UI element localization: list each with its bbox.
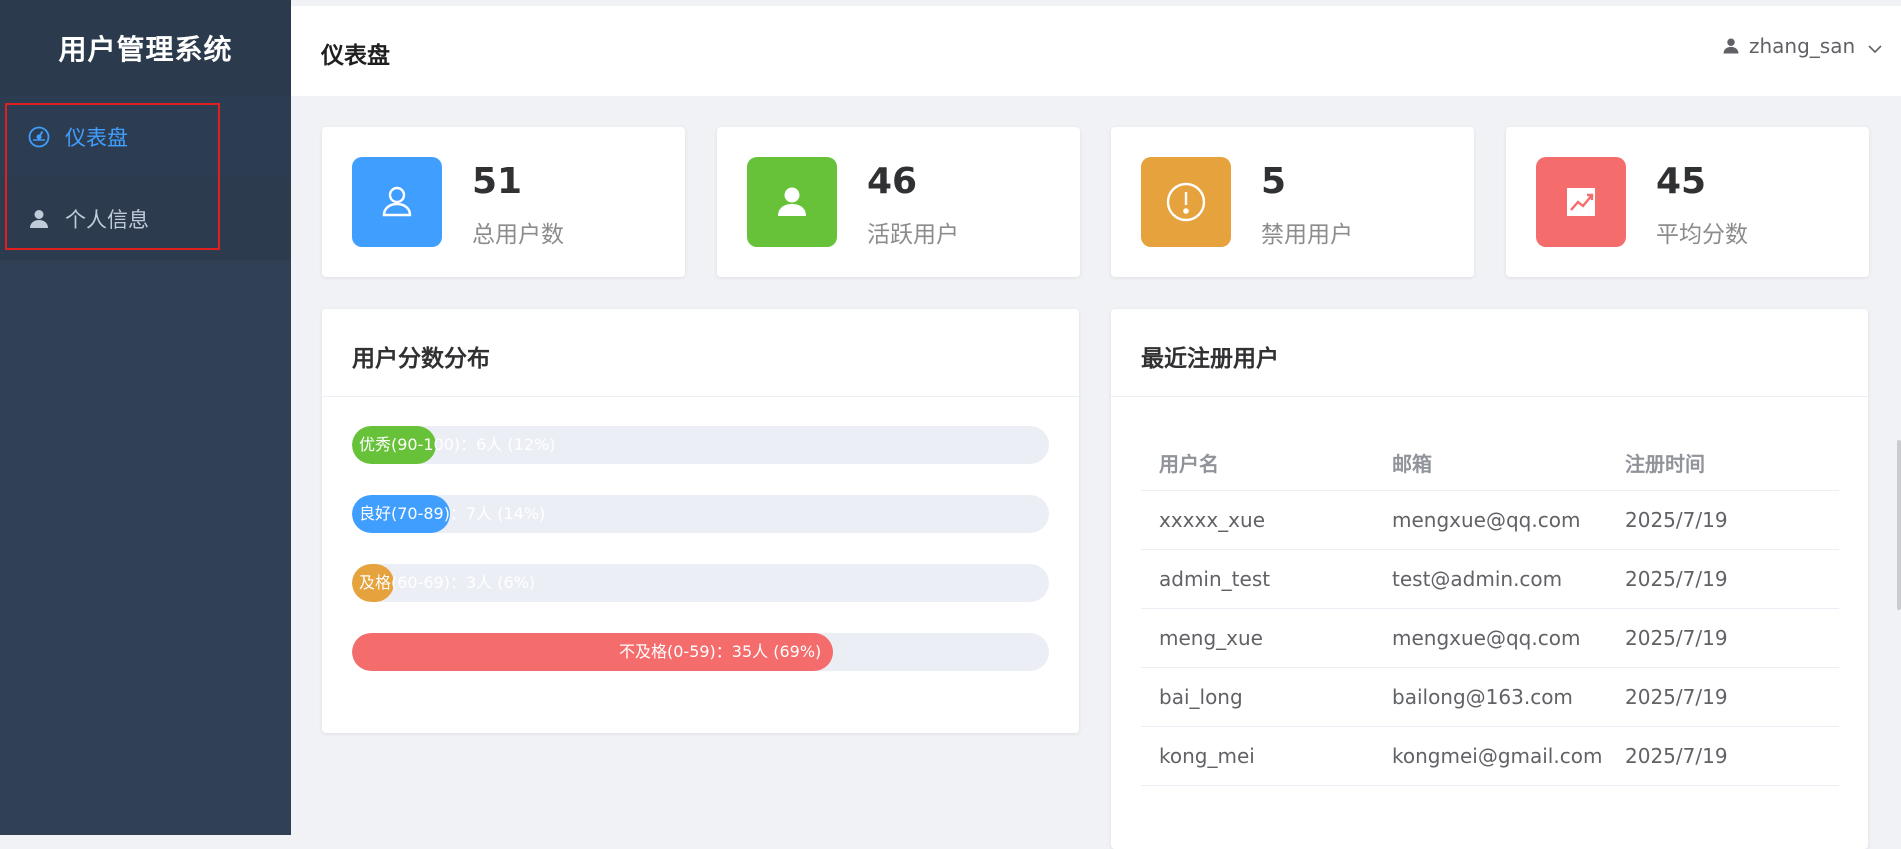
cell-username: meng_xue: [1141, 608, 1374, 668]
stat-icon-box: [1536, 157, 1626, 247]
divider: [1111, 396, 1868, 397]
column-header-registered: 注册时间: [1607, 434, 1839, 491]
score-distribution-panel: 用户分数分布 优秀(90-100)：6人 (12%) 良好(70-89)：7人 …: [322, 309, 1079, 733]
cell-date: 2025/7/19: [1607, 608, 1839, 668]
stat-card-active-users: 46 活跃用户: [717, 127, 1080, 277]
divider: [322, 396, 1079, 397]
bar-label: 良好(70-89)：7人 (14%): [359, 504, 546, 523]
progress-bar-good: 良好(70-89)：7人 (14%): [352, 495, 1049, 533]
sidebar-item-profile[interactable]: 个人信息: [0, 178, 291, 260]
header: 仪表盘 zhang_san: [291, 6, 1901, 96]
chevron-down-icon: [1867, 38, 1883, 54]
username: zhang_san: [1749, 34, 1856, 58]
table-row[interactable]: admin_test test@admin.com 2025/7/19: [1141, 549, 1839, 609]
stat-label: 总用户数: [472, 222, 564, 248]
trend-chart-icon: [1567, 188, 1595, 216]
cell-date: 2025/7/19: [1607, 667, 1839, 727]
progress-bar-pass: 及格(60-69)：3人 (6%): [352, 564, 1049, 602]
app-title: 用户管理系统: [0, 0, 291, 96]
sidebar-menu: 仪表盘 个人信息: [0, 96, 291, 260]
sidebar: 用户管理系统 仪表盘 个人信息: [0, 0, 291, 835]
stat-card-avg-score: 45 平均分数: [1506, 127, 1869, 277]
user-icon: [27, 207, 51, 231]
warning-icon: [1166, 182, 1206, 222]
sidebar-item-dashboard[interactable]: 仪表盘: [0, 96, 291, 178]
cell-email: mengxue@qq.com: [1374, 608, 1607, 668]
table-header-row: 用户名 邮箱 注册时间: [1141, 434, 1839, 491]
bar-label: 及格(60-69)：3人 (6%): [359, 573, 536, 592]
user-dropdown[interactable]: zhang_san: [1721, 34, 1883, 58]
progress-bar-excellent: 优秀(90-100)：6人 (12%): [352, 426, 1049, 464]
cell-date: 2025/7/19: [1607, 549, 1839, 609]
recent-users-panel: 最近注册用户 用户名 邮箱 注册时间 xxxxx_xue mengxue@qq.…: [1111, 309, 1868, 849]
stat-icon-box: [352, 157, 442, 247]
cell-username: bai_long: [1141, 667, 1374, 727]
table-row[interactable]: meng_xue mengxue@qq.com 2025/7/19: [1141, 608, 1839, 668]
progress-bar-fail: 不及格(0-59)：35人 (69%): [352, 633, 1049, 671]
sidebar-item-label: 仪表盘: [65, 126, 128, 150]
table-row[interactable]: kong_mei kongmei@gmail.com 2025/7/19: [1141, 726, 1839, 786]
cell-email: test@admin.com: [1374, 549, 1607, 609]
page-scrollbar[interactable]: [1897, 440, 1901, 610]
recent-users-table: 用户名 邮箱 注册时间 xxxxx_xue mengxue@qq.com 202…: [1141, 434, 1839, 786]
column-header-email: 邮箱: [1374, 434, 1607, 491]
stat-card-total-users: 51 总用户数: [322, 127, 685, 277]
cell-username: admin_test: [1141, 549, 1374, 609]
user-filled-icon: [778, 187, 806, 216]
table-row[interactable]: xxxxx_xue mengxue@qq.com 2025/7/19: [1141, 490, 1839, 550]
stat-label: 平均分数: [1656, 222, 1748, 248]
sidebar-item-label: 个人信息: [65, 208, 149, 232]
stat-card-disabled-users: 5 禁用用户: [1111, 127, 1474, 277]
stat-icon-box: [747, 157, 837, 247]
cell-username: xxxxx_xue: [1141, 490, 1374, 550]
bar-label: 不及格(0-59)：35人 (69%): [619, 642, 822, 661]
cell-date: 2025/7/19: [1607, 726, 1839, 786]
page-title: 仪表盘: [321, 43, 390, 69]
panel-title: 最近注册用户: [1141, 346, 1279, 372]
cell-username: kong_mei: [1141, 726, 1374, 786]
user-icon: [1721, 36, 1741, 56]
stat-icon-box: [1141, 157, 1231, 247]
cell-email: kongmei@gmail.com: [1374, 726, 1607, 786]
stat-value: 46: [867, 161, 918, 202]
cell-date: 2025/7/19: [1607, 490, 1839, 550]
stat-value: 45: [1656, 161, 1707, 202]
column-header-username: 用户名: [1141, 434, 1374, 491]
cell-email: mengxue@qq.com: [1374, 490, 1607, 550]
stat-value: 5: [1261, 161, 1287, 202]
user-outline-icon: [382, 186, 412, 217]
stat-label: 活跃用户: [867, 222, 959, 248]
bar-label: 优秀(90-100)：6人 (12%): [359, 435, 556, 454]
table-row[interactable]: bai_long bailong@163.com 2025/7/19: [1141, 667, 1839, 727]
dashboard-icon: [27, 125, 51, 149]
stat-label: 禁用用户: [1261, 222, 1353, 248]
cell-email: bailong@163.com: [1374, 667, 1607, 727]
stat-value: 51: [472, 161, 523, 202]
panel-title: 用户分数分布: [352, 346, 490, 372]
